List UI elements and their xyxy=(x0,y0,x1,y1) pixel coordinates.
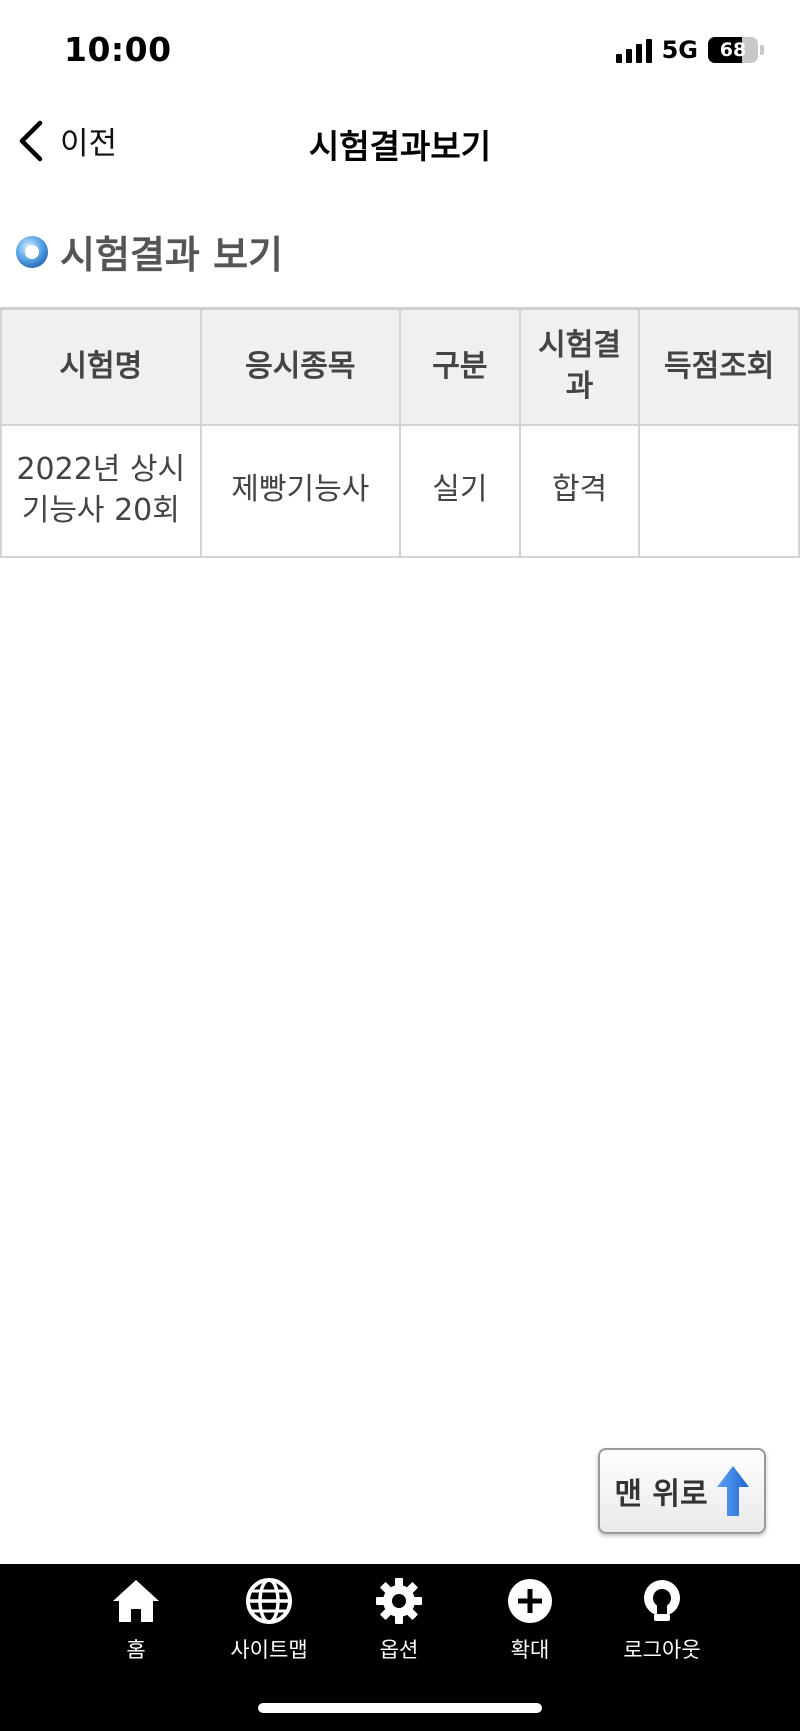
chevron-left-icon xyxy=(19,120,43,161)
header-score-lookup: 득점조회 xyxy=(638,307,800,426)
logout-icon xyxy=(644,1580,680,1621)
cell-subject: 제빵기능사 xyxy=(199,423,402,558)
section-title: 시험결과 보기 xyxy=(60,233,283,277)
section-heading: 시험결과 보기 xyxy=(14,224,283,279)
toolbar-home-label: 홈 xyxy=(126,1638,146,1662)
toolbar-zoom[interactable]: 확대 xyxy=(470,1574,590,1664)
cell-score-lookup[interactable] xyxy=(638,423,800,558)
table-header-row: 시험명 응시종목 구분 시험결과 득점조회 xyxy=(0,307,800,426)
cell-exam-name: 2022년 상시 기능사 20회 xyxy=(0,423,202,558)
nav-bar: 시험결과보기 이전 xyxy=(0,100,800,184)
back-label: 이전 xyxy=(60,126,118,162)
cell-result: 합격 xyxy=(518,423,641,558)
toolbar-options[interactable]: 옵션 xyxy=(339,1574,459,1664)
bullet-icon xyxy=(16,235,48,268)
table-row: 2022년 상시 기능사 20회 제빵기능사 실기 합격 xyxy=(0,423,800,558)
cell-category: 실기 xyxy=(399,423,521,558)
back-to-top-label: 맨 위로 xyxy=(614,1477,708,1512)
header-exam-name: 시험명 xyxy=(0,307,202,426)
globe-icon xyxy=(246,1578,292,1624)
back-to-top-button[interactable]: 맨 위로 xyxy=(598,1448,766,1534)
battery-icon: 68 xyxy=(708,37,758,63)
status-bar: 10:00 5G 68 xyxy=(0,0,800,100)
back-button[interactable]: 이전 xyxy=(16,118,117,163)
toolbar-options-label: 옵션 xyxy=(379,1638,419,1662)
network-label: 5G xyxy=(661,36,698,64)
toolbar-logout-label: 로그아웃 xyxy=(623,1638,701,1662)
toolbar-sitemap[interactable]: 사이트맵 xyxy=(209,1574,329,1664)
toolbar-logout[interactable]: 로그아웃 xyxy=(602,1574,722,1664)
page-title: 시험결과보기 xyxy=(308,127,492,166)
toolbar-zoom-label: 확대 xyxy=(510,1638,550,1662)
arrow-up-icon xyxy=(716,1466,749,1516)
battery-level: 68 xyxy=(719,39,747,61)
header-category: 구분 xyxy=(399,307,521,426)
status-indicators: 5G 68 xyxy=(615,36,764,64)
battery-cap xyxy=(760,45,764,55)
signal-icon xyxy=(615,37,652,63)
toolbar-home[interactable]: 홈 xyxy=(76,1574,196,1664)
toolbar-sitemap-label: 사이트맵 xyxy=(230,1638,308,1662)
plus-circle-icon xyxy=(508,1579,552,1623)
header-result: 시험결과 xyxy=(518,307,641,426)
results-table: 시험명 응시종목 구분 시험결과 득점조회 2022년 상시 기능사 20회 제… xyxy=(0,307,800,558)
home-indicator[interactable] xyxy=(258,1703,542,1713)
home-icon xyxy=(113,1580,159,1622)
header-subject: 응시종목 xyxy=(199,307,402,426)
status-time: 10:00 xyxy=(64,30,172,69)
gear-icon xyxy=(376,1578,422,1624)
